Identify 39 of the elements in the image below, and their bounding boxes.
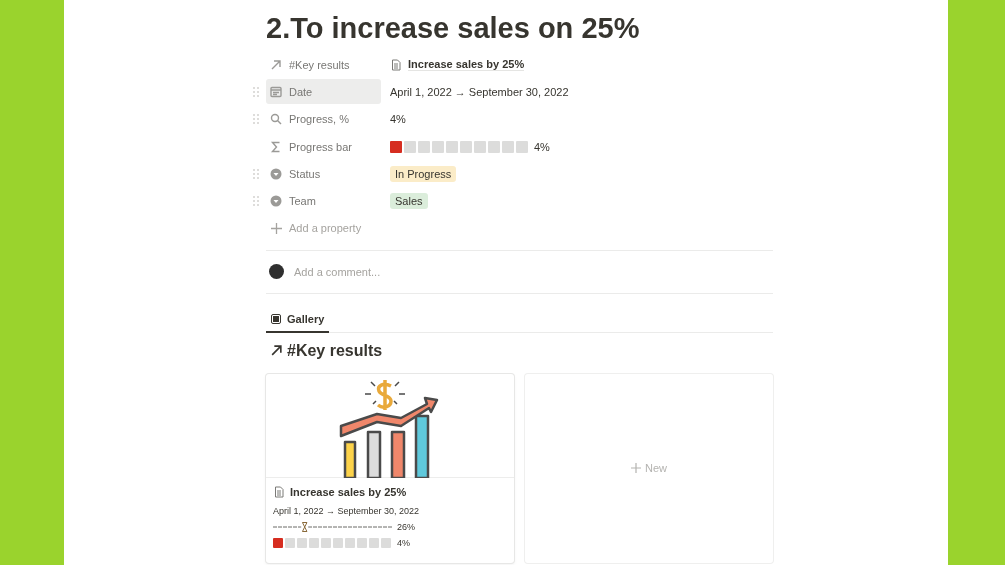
tag[interactable]: Sales [390, 193, 428, 210]
page-icon [390, 58, 402, 71]
arrow-icon [270, 344, 283, 358]
drag-handle-icon[interactable] [253, 196, 259, 207]
relation-link[interactable]: Increase sales by 25% [390, 58, 525, 72]
drag-handle-icon[interactable] [253, 114, 259, 125]
property-label[interactable]: Date [266, 79, 381, 105]
chevron-circle-icon [270, 167, 282, 180]
card-title: Increase sales by 25% [290, 485, 407, 498]
property-value: 4% [390, 113, 406, 126]
arrow-icon [270, 58, 282, 71]
page-title: 2.To increase sales on 25% [266, 11, 641, 46]
calendar-icon [270, 85, 282, 98]
property-label[interactable]: Team [266, 188, 381, 214]
drag-handle-icon[interactable] [253, 86, 259, 97]
property-value: April 1, 2022 → September 30, 2022 [390, 85, 569, 98]
gallery-icon [271, 314, 281, 325]
drag-handle-icon[interactable] [253, 168, 259, 179]
progress-reading: 4% [534, 140, 550, 153]
sigma-icon [270, 140, 282, 153]
property-label[interactable]: Progress bar [266, 134, 381, 160]
avatar [269, 264, 284, 280]
new-label: New [645, 462, 667, 475]
progress-reading: 4% [397, 537, 410, 548]
page-icon [273, 485, 285, 498]
add-property-button[interactable]: Add a property [289, 222, 362, 235]
section-heading: #Key results [287, 341, 383, 360]
plus-icon [271, 222, 282, 234]
gallery-card[interactable]: Increase sales by 25% April 1, 2022 → September 30, 2022 26% 4% [266, 373, 514, 563]
tag[interactable]: In Progress [390, 165, 457, 182]
plus-icon [631, 463, 641, 474]
view-tab[interactable]: Gallery [266, 307, 330, 333]
timeline-reading: 26% [397, 521, 415, 532]
card-date: April 1, 2022 → September 30, 2022 [273, 505, 421, 516]
chevron-circle-icon [270, 195, 282, 208]
property-label[interactable]: Status [266, 161, 381, 187]
property-label[interactable]: #Key results [266, 52, 381, 78]
property-label[interactable]: Progress, % [266, 106, 381, 132]
search-icon [270, 113, 282, 126]
